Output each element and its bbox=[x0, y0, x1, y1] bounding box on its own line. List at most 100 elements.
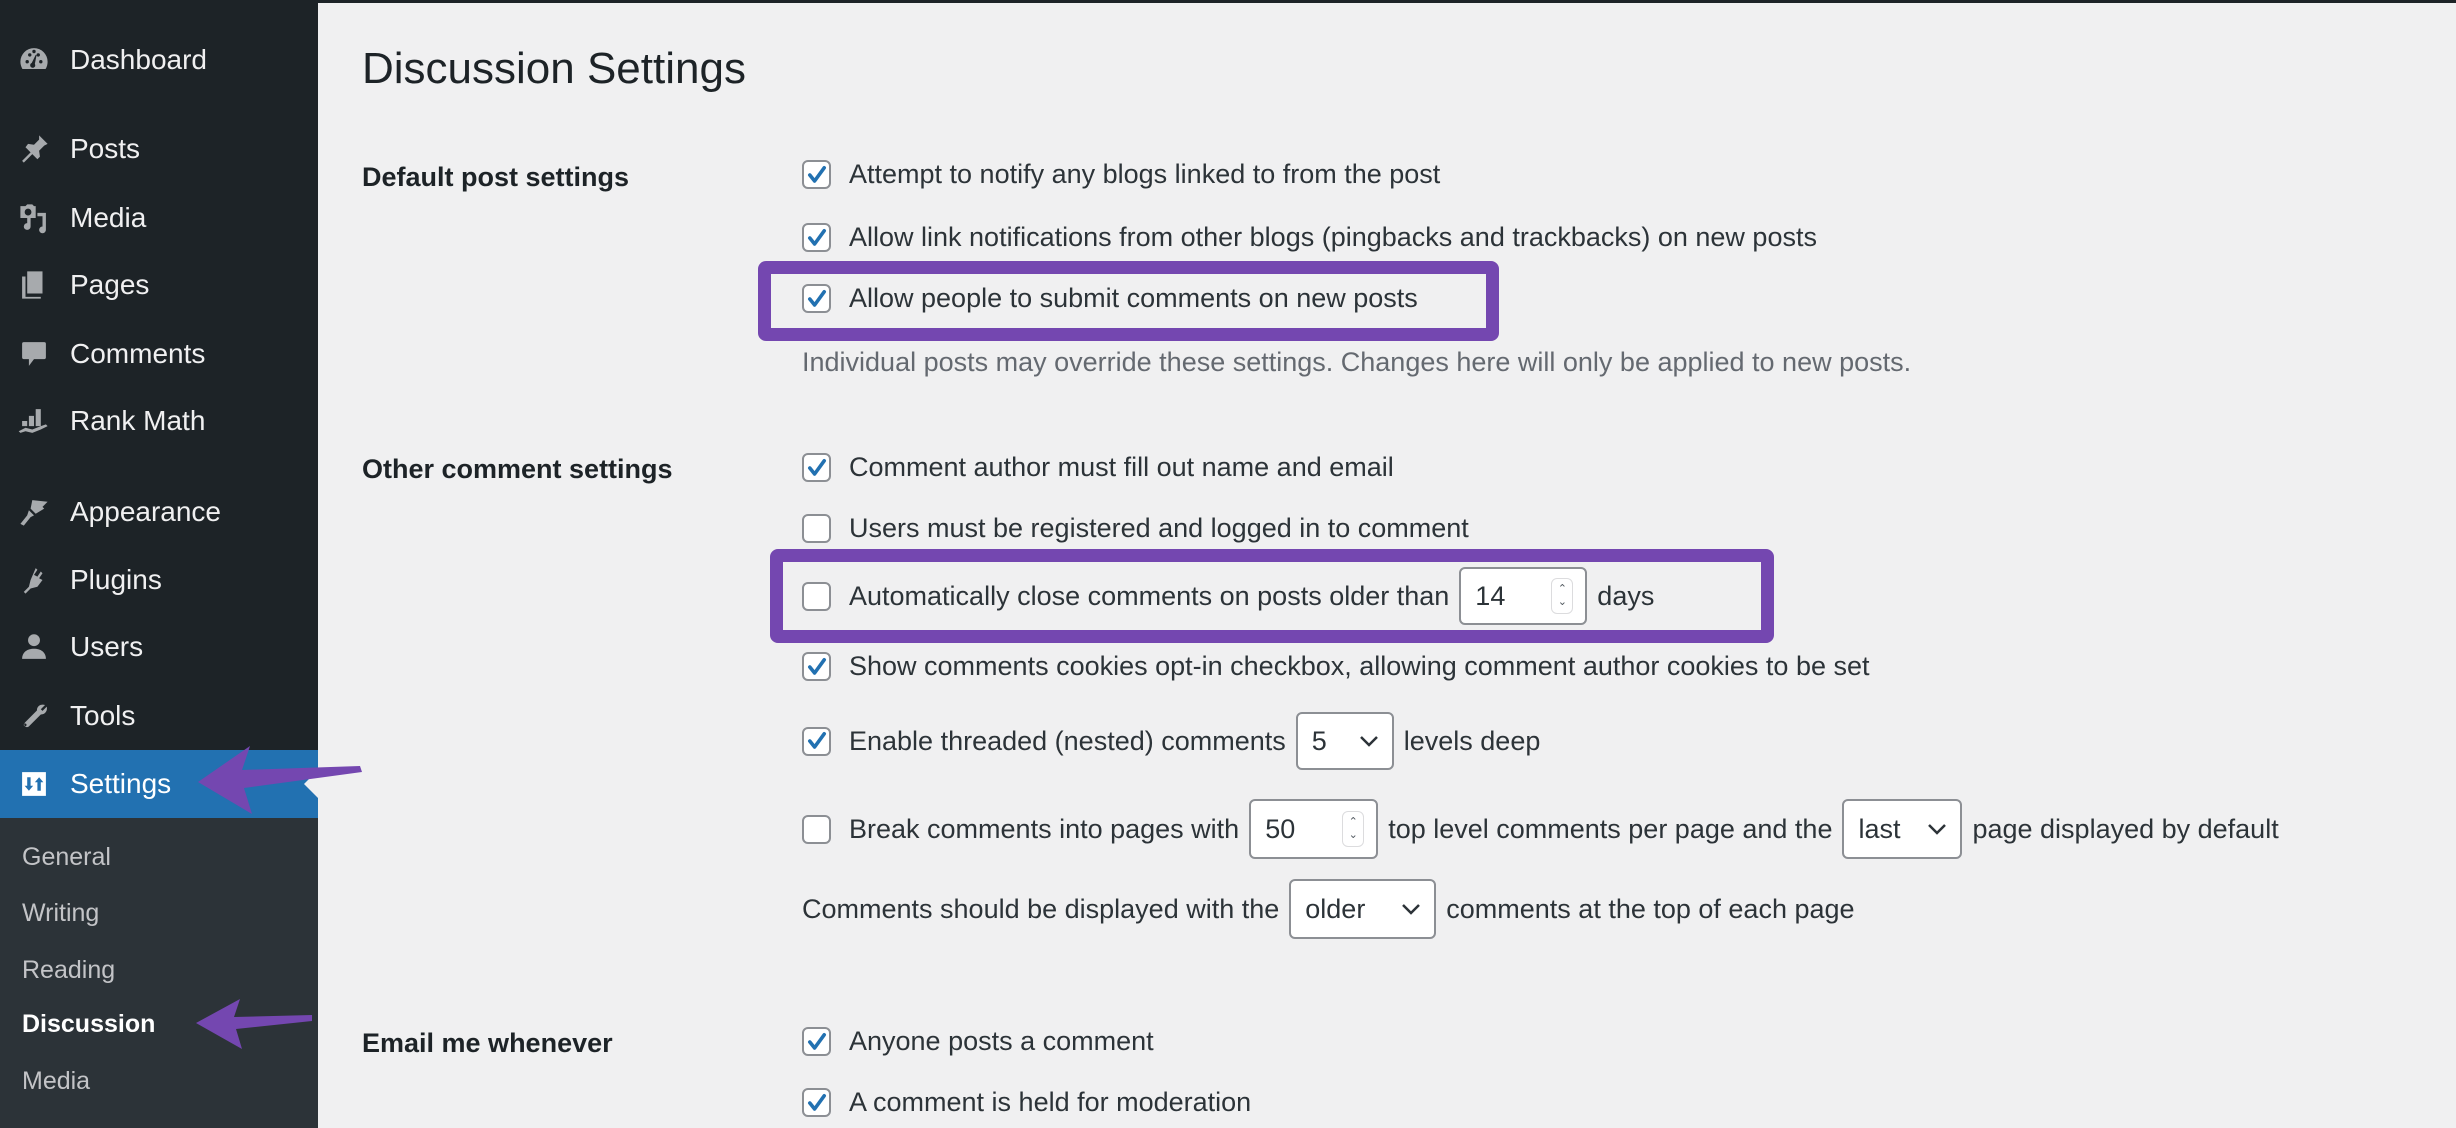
option-require-registration[interactable]: Users must be registered and logged in t… bbox=[802, 513, 1469, 544]
sidebar-item-label: Comments bbox=[70, 338, 206, 369]
checkbox[interactable] bbox=[802, 652, 831, 681]
plugin-icon bbox=[16, 562, 52, 598]
admin-sidebar: Dashboard Posts Media Pages Comments Ran… bbox=[0, 0, 318, 1128]
active-indicator bbox=[304, 770, 318, 798]
sidebar-item-label: Pages bbox=[70, 269, 150, 300]
media-icon bbox=[16, 200, 52, 236]
sidebar-item-dashboard[interactable]: Dashboard bbox=[0, 30, 318, 90]
default-page-select[interactable]: last bbox=[1842, 799, 1963, 859]
sidebar-item-label: Dashboard bbox=[70, 44, 207, 75]
checkbox[interactable] bbox=[802, 453, 831, 482]
close-days-input[interactable]: 14 ⌃ ⌄ bbox=[1459, 567, 1588, 625]
sidebar-item-label: Rank Math bbox=[70, 405, 206, 436]
section-label-default-post: Default post settings bbox=[362, 162, 630, 192]
chevron-down-icon bbox=[1402, 904, 1421, 915]
option-label: Comment author must fill out name and em… bbox=[849, 452, 1394, 482]
option-notify-linked-blogs[interactable]: Attempt to notify any blogs linked to fr… bbox=[802, 159, 1440, 190]
checkbox[interactable] bbox=[802, 1088, 831, 1117]
sidebar-item-label: Appearance bbox=[70, 496, 222, 527]
option-label-suffix: comments at the top of each page bbox=[1446, 893, 1855, 924]
select-value: older bbox=[1305, 893, 1366, 924]
option-label-middle: top level comments per page and the bbox=[1388, 813, 1833, 844]
submenu-item-reading[interactable]: Reading bbox=[22, 956, 115, 985]
checkbox[interactable] bbox=[802, 223, 831, 252]
option-break-into-pages: Break comments into pages with 50 ⌃ ⌄ top… bbox=[802, 799, 2279, 859]
sidebar-item-rank-math[interactable]: Rank Math bbox=[0, 391, 318, 451]
option-email-held-moderation[interactable]: A comment is held for moderation bbox=[802, 1087, 1251, 1118]
submenu-item-media[interactable]: Media bbox=[22, 1067, 90, 1096]
page-title: Discussion Settings bbox=[362, 44, 746, 93]
checkbox[interactable] bbox=[802, 1027, 831, 1056]
sidebar-item-comments[interactable]: Comments bbox=[0, 324, 318, 384]
option-label: Enable threaded (nested) comments bbox=[849, 725, 1286, 756]
option-email-any-comment[interactable]: Anyone posts a comment bbox=[802, 1026, 1154, 1057]
select-value: last bbox=[1858, 813, 1901, 844]
option-cookies-opt-in[interactable]: Show comments cookies opt-in checkbox, a… bbox=[802, 651, 1870, 682]
sidebar-item-pages[interactable]: Pages bbox=[0, 255, 318, 315]
checkbox[interactable] bbox=[802, 814, 831, 844]
comments-per-page-input[interactable]: 50 ⌃ ⌄ bbox=[1249, 799, 1379, 859]
pin-icon bbox=[16, 131, 52, 167]
admin-bar-edge bbox=[0, 0, 2456, 3]
sidebar-item-settings[interactable]: Settings bbox=[0, 750, 318, 818]
checkbox[interactable] bbox=[802, 581, 831, 611]
default-post-description: Individual posts may override these sett… bbox=[802, 347, 1912, 377]
option-threaded-comments: Enable threaded (nested) comments 5 leve… bbox=[802, 712, 1540, 770]
submenu-item-discussion[interactable]: Discussion bbox=[22, 1010, 155, 1039]
input-value: 14 bbox=[1475, 580, 1506, 611]
checkbox[interactable] bbox=[802, 726, 831, 756]
option-label: Show comments cookies opt-in checkbox, a… bbox=[849, 651, 1870, 681]
option-require-name-email[interactable]: Comment author must fill out name and em… bbox=[802, 452, 1394, 483]
option-label: Users must be registered and logged in t… bbox=[849, 513, 1469, 543]
checkbox[interactable] bbox=[802, 514, 831, 543]
spinner-icon[interactable]: ⌃ ⌄ bbox=[1342, 811, 1365, 847]
wrench-icon bbox=[16, 698, 52, 734]
sidebar-item-label: Users bbox=[70, 631, 144, 662]
sidebar-item-label: Posts bbox=[70, 133, 141, 164]
sidebar-item-label: Media bbox=[70, 202, 147, 233]
option-display-order: Comments should be displayed with the ol… bbox=[802, 879, 1855, 939]
option-label: Automatically close comments on posts ol… bbox=[849, 580, 1450, 611]
section-label-other-comment: Other comment settings bbox=[362, 454, 673, 484]
sidebar-item-label: Tools bbox=[70, 700, 136, 731]
thread-depth-select[interactable]: 5 bbox=[1295, 712, 1394, 770]
option-allow-comments[interactable]: Allow people to submit comments on new p… bbox=[802, 283, 1418, 314]
option-label-suffix: days bbox=[1597, 580, 1655, 611]
input-value: 50 bbox=[1265, 813, 1296, 844]
sidebar-item-label: Settings bbox=[70, 768, 172, 799]
option-label: Break comments into pages with bbox=[849, 813, 1240, 844]
option-label: Allow people to submit comments on new p… bbox=[849, 283, 1418, 313]
sidebar-item-tools[interactable]: Tools bbox=[0, 686, 318, 746]
option-label: A comment is held for moderation bbox=[849, 1087, 1252, 1117]
comment-icon bbox=[16, 336, 52, 372]
chevron-down-icon bbox=[1359, 736, 1378, 747]
sidebar-item-posts[interactable]: Posts bbox=[0, 119, 318, 179]
comment-order-select[interactable]: older bbox=[1289, 879, 1437, 939]
option-auto-close-comments: Automatically close comments on posts ol… bbox=[802, 567, 1654, 625]
option-label-suffix: page displayed by default bbox=[1972, 813, 2279, 844]
settings-icon bbox=[16, 766, 52, 802]
sidebar-item-users[interactable]: Users bbox=[0, 617, 318, 677]
option-label: Anyone posts a comment bbox=[849, 1026, 1154, 1056]
option-label: Attempt to notify any blogs linked to fr… bbox=[849, 159, 1441, 189]
option-label: Comments should be displayed with the bbox=[802, 893, 1280, 924]
option-link-notifications[interactable]: Allow link notifications from other blog… bbox=[802, 222, 1817, 253]
submenu-item-general[interactable]: General bbox=[22, 843, 111, 872]
checkbox[interactable] bbox=[802, 284, 831, 313]
paintbrush-icon bbox=[16, 494, 52, 530]
dashboard-icon bbox=[16, 42, 52, 78]
select-value: 5 bbox=[1311, 725, 1327, 756]
option-label-suffix: levels deep bbox=[1403, 725, 1541, 756]
sidebar-item-plugins[interactable]: Plugins bbox=[0, 550, 318, 610]
option-label: Allow link notifications from other blog… bbox=[849, 222, 1817, 252]
sidebar-item-label: Plugins bbox=[70, 564, 162, 595]
chevron-down-icon bbox=[1928, 824, 1947, 835]
sidebar-item-media[interactable]: Media bbox=[0, 188, 318, 248]
submenu-item-writing[interactable]: Writing bbox=[22, 899, 99, 928]
spinner-icon[interactable]: ⌃ ⌄ bbox=[1551, 578, 1574, 614]
sidebar-item-appearance[interactable]: Appearance bbox=[0, 482, 318, 542]
checkbox[interactable] bbox=[802, 160, 831, 189]
pages-icon bbox=[16, 267, 52, 303]
rank-math-icon bbox=[16, 403, 52, 439]
section-label-email: Email me whenever bbox=[362, 1028, 613, 1058]
